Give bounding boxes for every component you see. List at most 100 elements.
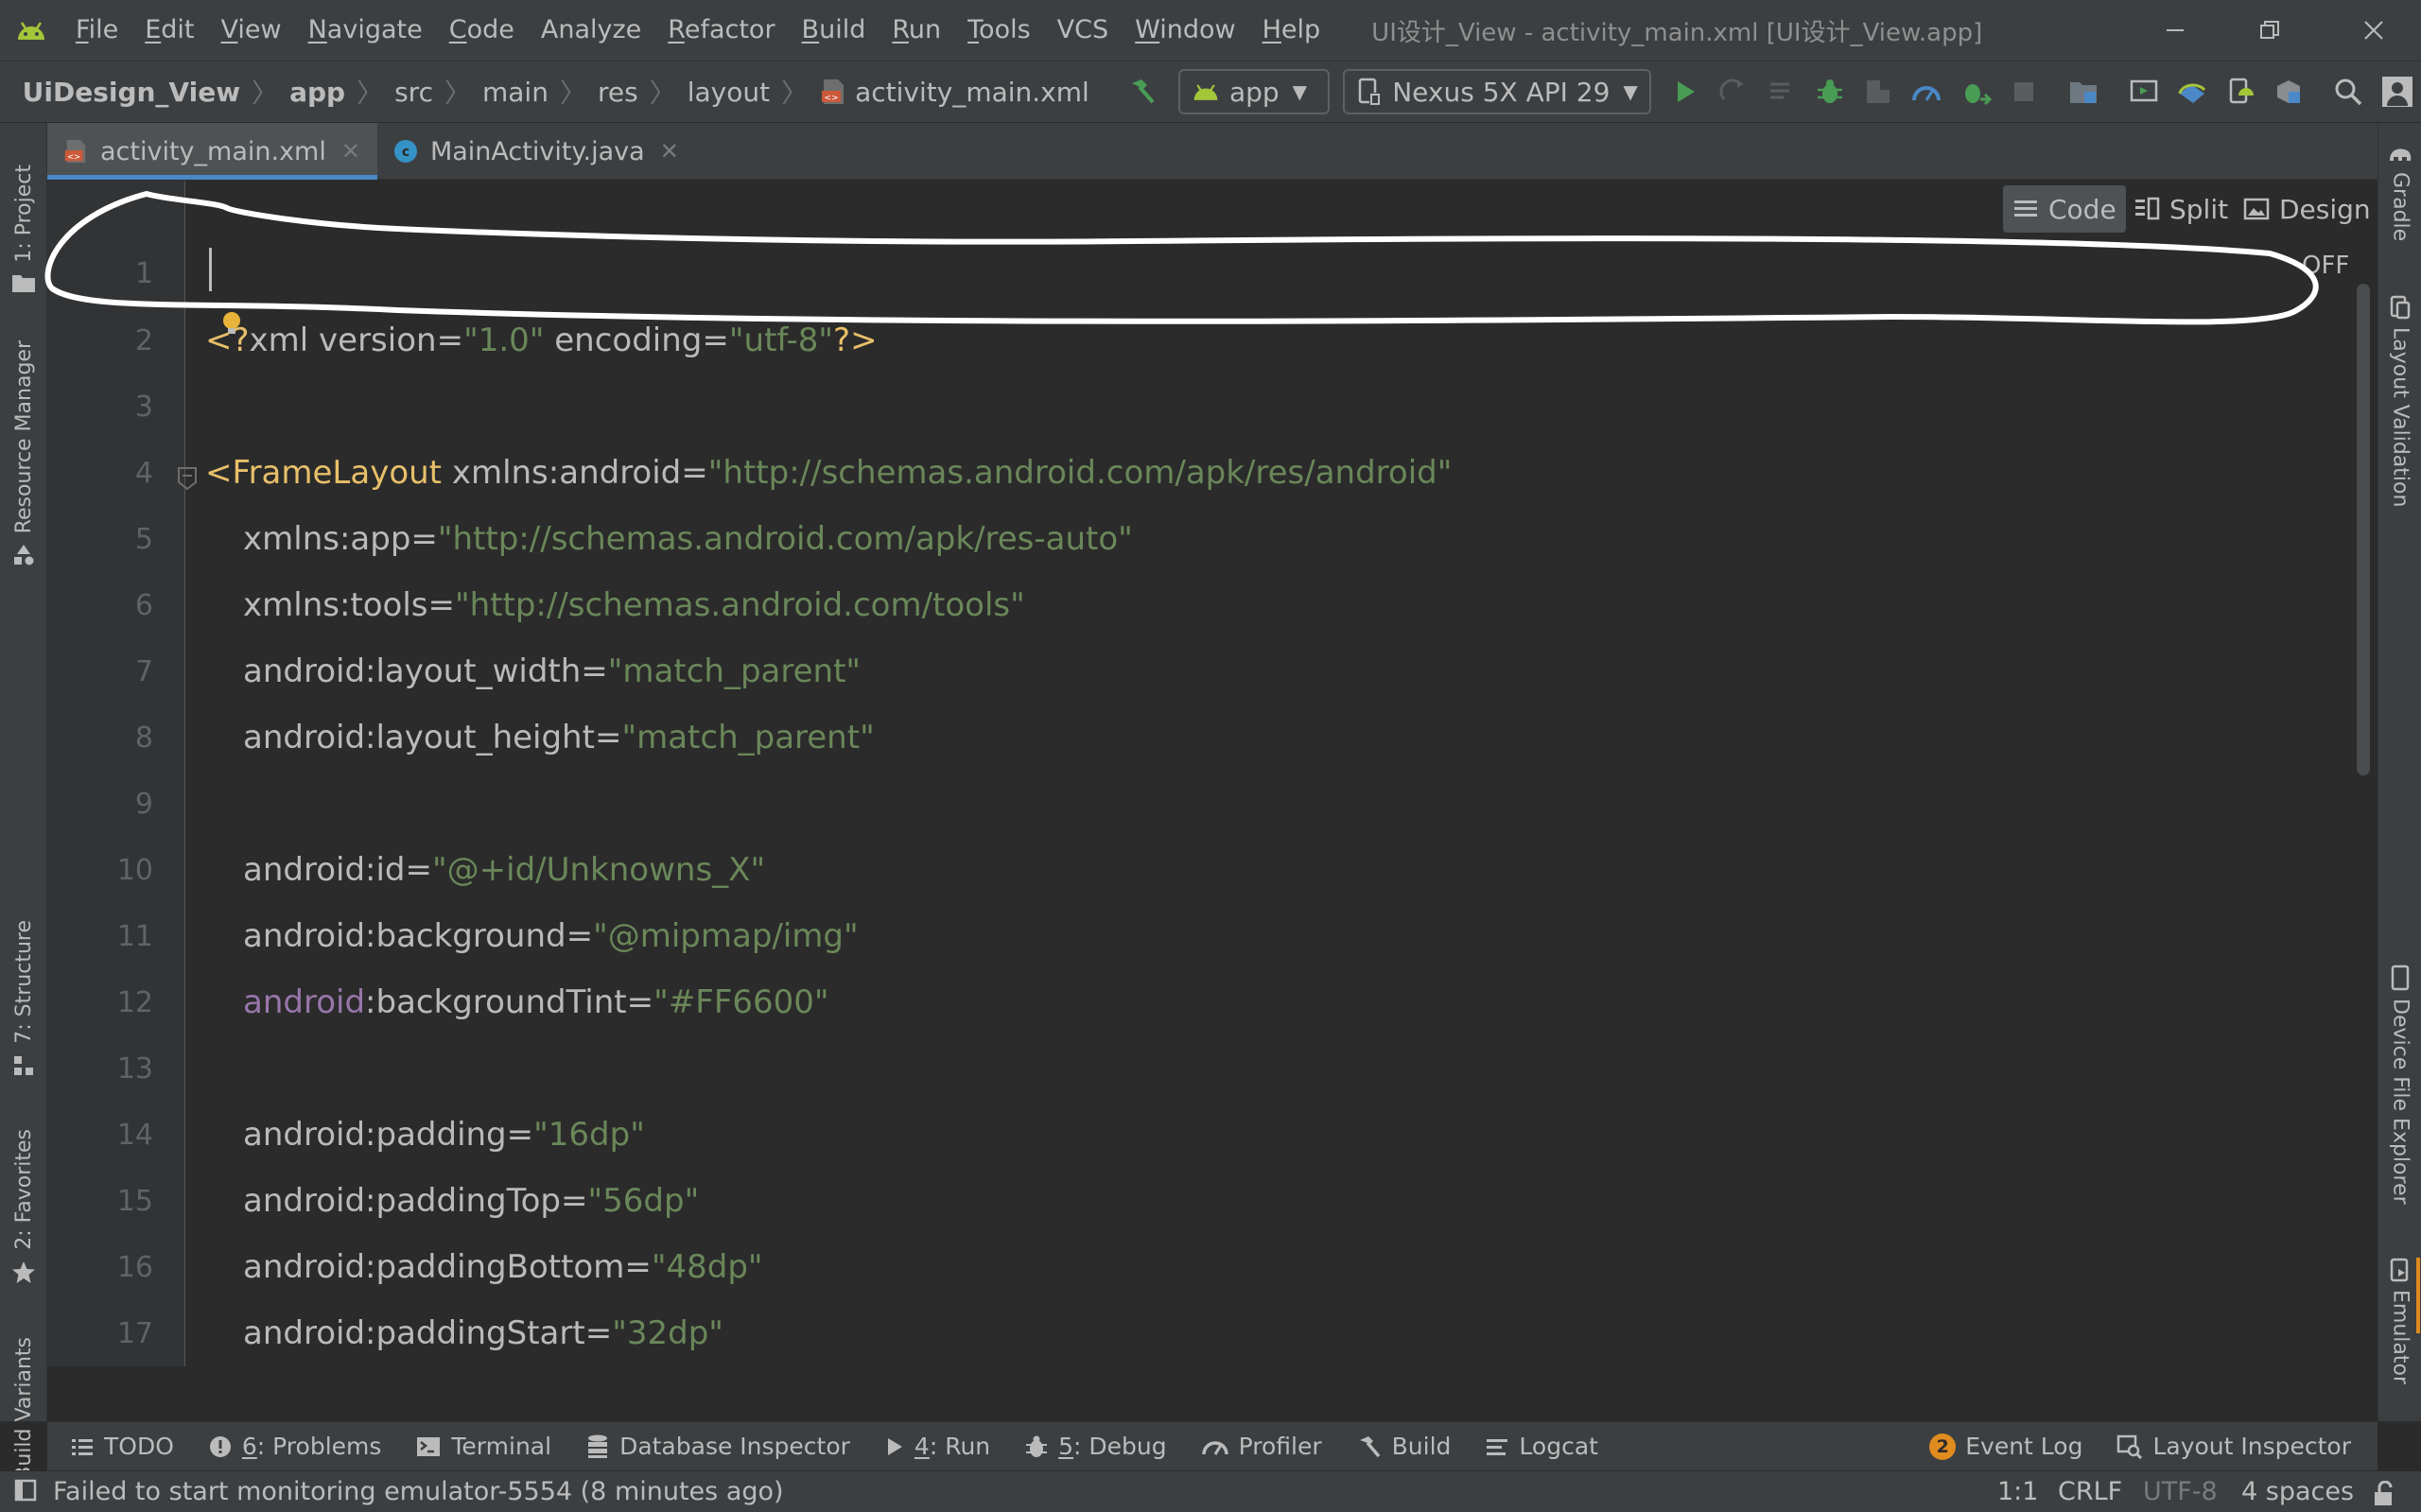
minimize-button[interactable] [2128,0,2222,61]
tab-activity-main-xml[interactable]: <> activity_main.xml ✕ [47,123,377,180]
toggle-tool-windows-button[interactable] [13,1478,38,1506]
code-token: ?> [833,322,878,359]
run-button[interactable] [1661,64,1709,119]
line-number: 7 [134,655,153,688]
menu-edit[interactable]: Edit [131,0,207,61]
make-project-button[interactable] [1118,64,1166,119]
device-manager-button[interactable] [2216,64,2264,119]
breadcrumb-layout[interactable]: layout [682,77,775,108]
status-message[interactable]: Failed to start monitoring emulator-5554… [53,1477,784,1506]
tab-mainactivity-java[interactable]: c MainActivity.java ✕ [377,123,696,180]
view-mode-split-button[interactable]: Split [2124,185,2238,233]
tool-window-layout-inspector[interactable]: Layout Inspector [2099,1422,2368,1471]
tool-window-project[interactable]: 1: Project [0,142,47,303]
menu-vcs[interactable]: VCS [1044,0,1122,61]
coverage-icon [1867,80,1890,103]
tool-window-run[interactable]: 4: Run [867,1422,1007,1471]
attach-debugger-button[interactable] [1951,64,1999,119]
tool-window-problems[interactable]: 6: Problems [191,1422,399,1471]
stop-button[interactable] [1999,64,2047,119]
status-bar: Failed to start monitoring emulator-5554… [0,1470,2421,1512]
caret-position[interactable]: 1:1 [1997,1471,2038,1512]
account-button[interactable] [2373,64,2421,119]
menu-tools[interactable]: Tools [954,0,1044,61]
run-configuration-select[interactable]: app ▼ [1177,69,1331,114]
tool-window-gradle[interactable]: Gradle [2378,144,2421,241]
unlock-icon [2375,1480,2393,1505]
menu-file[interactable]: File [62,0,131,61]
tool-window-todo[interactable]: TODO [53,1422,191,1471]
menu-build[interactable]: Build [789,0,880,61]
breadcrumb-file[interactable]: <> activity_main.xml [813,77,1095,108]
code-token: xmlns:android [442,454,682,492]
search-everywhere-button[interactable] [2325,64,2373,119]
device-label: Nexus 5X API 29 [1392,76,1611,108]
editor-vertical-scrollbar[interactable] [2357,284,2370,775]
code-line-2: <?xml version="1.0" encoding="utf-8"?> [205,322,878,359]
fold-toggle[interactable] [176,465,199,492]
sdk-manager-button[interactable] [2168,64,2216,119]
code-token: "#FF6600" [653,983,829,1021]
sync-project-button[interactable] [2060,64,2108,119]
file-encoding[interactable]: UTF-8 [2143,1471,2218,1512]
line-separator[interactable]: CRLF [2058,1471,2122,1512]
apply-code-changes-button[interactable] [1758,64,1806,119]
code-token: encoding [544,322,703,359]
menu-analyze[interactable]: Analyze [528,0,654,61]
menu-window[interactable]: Window [1122,0,1248,61]
close-icon [2364,21,2383,40]
view-mode-design-button[interactable]: Design [2234,185,2380,233]
tool-window-build-variants[interactable]: Build Variants [0,1201,47,1512]
breadcrumb-module[interactable]: app [284,77,351,108]
line-number-gutter[interactable]: 1 2 3 4 5 6 7 8 9 10 11 12 13 14 15 16 1… [47,181,185,1366]
debug-button[interactable] [1806,64,1855,119]
code-editor[interactable] [47,181,2377,1421]
menu-code[interactable]: Code [436,0,528,61]
avd-manager-button[interactable] [2119,64,2168,119]
apply-changes-button[interactable] [1710,64,1758,119]
resource-manager-icon [14,545,34,565]
device-select[interactable]: Nexus 5X API 29 ▼ [1343,69,1651,114]
tool-window-emulator[interactable]: Emulator [2378,1258,2421,1384]
tool-window-resource-manager[interactable]: Resource Manager [0,322,47,577]
menu-run[interactable]: Run [879,0,954,61]
view-mode-label: Code [2048,193,2116,225]
menu-view[interactable]: View [208,0,295,61]
close-tab-icon[interactable]: ✕ [660,138,679,165]
tool-window-event-log[interactable]: 2 Event Log [1912,1422,2099,1471]
code-token: = [584,1314,613,1352]
code-token: "@mipmap/img" [593,917,859,955]
profile-button[interactable] [1903,64,1951,119]
tool-window-profiler[interactable]: Profiler [1184,1422,1339,1471]
project-structure-button[interactable] [2264,64,2312,119]
breadcrumb-main[interactable]: main [477,77,554,108]
restore-button[interactable] [2222,0,2317,61]
editor-tab-bar: <> activity_main.xml ✕ c MainActivity.ja… [47,123,2377,180]
tool-window-label: Build Variants [11,1337,36,1481]
tool-window-terminal[interactable]: Terminal [398,1422,568,1471]
menu-help[interactable]: Help [1249,0,1334,61]
breadcrumb-res[interactable]: res [592,77,644,108]
coverage-button[interactable] [1855,64,1903,119]
tool-window-debug[interactable]: 5: Debug [1007,1422,1184,1471]
tool-window-device-file-explorer[interactable]: Device File Explorer [2378,965,2421,1205]
view-mode-code-button[interactable]: Code [2003,185,2126,233]
code-token: android:background [243,917,566,955]
read-only-toggle[interactable] [2372,1479,2396,1505]
close-window-button[interactable] [2326,0,2421,61]
close-tab-icon[interactable]: ✕ [341,138,360,165]
apply-changes-icon [1719,78,1745,100]
tool-window-label: Gradle [2388,172,2412,242]
breadcrumb-src[interactable]: src [389,77,439,108]
inspection-widget-off[interactable]: OFF [2302,252,2349,280]
indent-setting[interactable]: 4 spaces [2241,1471,2354,1512]
tool-window-logcat[interactable]: Logcat [1468,1422,1615,1471]
tool-window-database-inspector[interactable]: Database Inspector [568,1422,867,1471]
tool-window-layout-validation[interactable]: Layout Validation [2378,295,2421,507]
code-token: "56dp" [587,1182,700,1220]
menu-refactor[interactable]: Refactor [654,0,788,61]
breadcrumb-project[interactable]: UiDesign_View [17,77,246,108]
tool-window-build[interactable]: Build [1339,1422,1469,1471]
menu-navigate[interactable]: Navigate [295,0,436,61]
line-number: 4 [134,457,153,490]
